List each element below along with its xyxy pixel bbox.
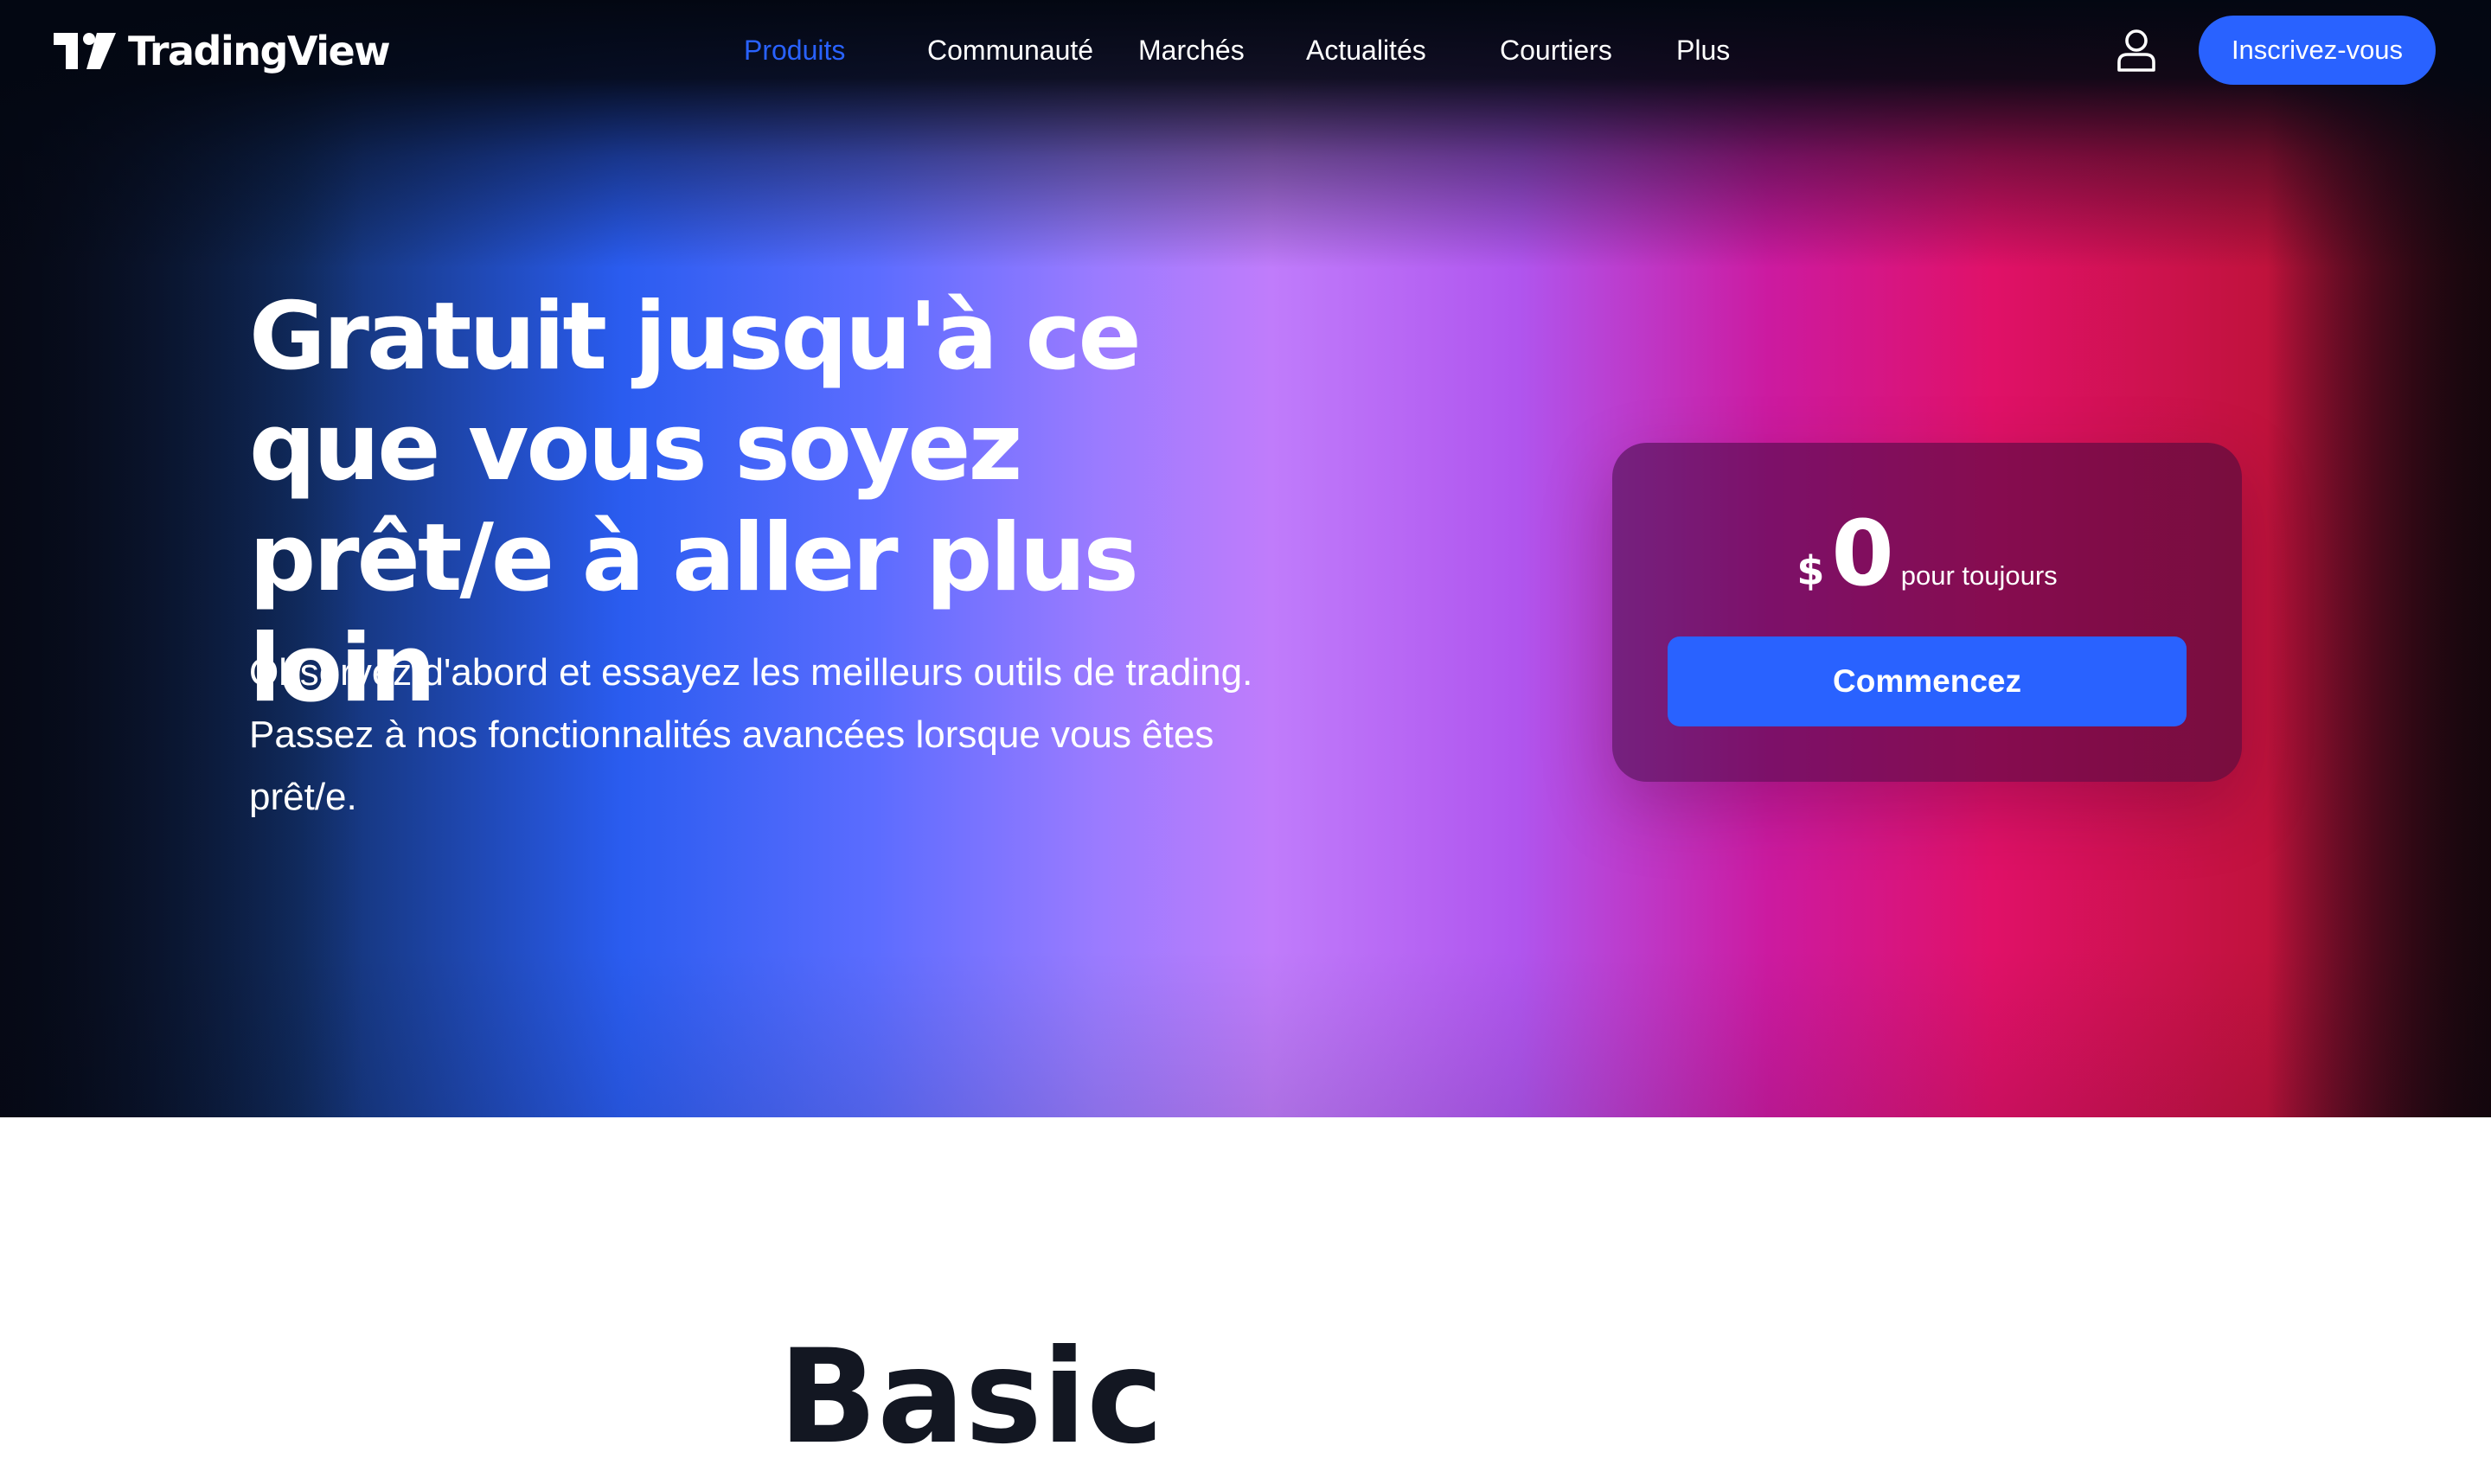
hero-subtitle-line-2: Passez à nos fonctionnalités avancées lo… — [249, 713, 1214, 818]
nav-item-plus[interactable]: Plus — [1676, 29, 1745, 71]
hero-subtitle-line-1: Observez d'abord et essayez les meilleur… — [249, 651, 1253, 694]
price-currency: $ — [1796, 547, 1825, 594]
tradingview-logo-icon — [54, 33, 116, 69]
site-header: TradingView Produits Communauté Marchés … — [0, 0, 2491, 100]
nav-item-marches[interactable]: Marchés — [1138, 29, 1290, 71]
nav-item-actualites[interactable]: Actualités — [1306, 29, 1479, 71]
price-period: pour toujours — [1900, 560, 2058, 591]
nav-item-produits[interactable]: Produits — [744, 29, 875, 71]
hero-subtitle: Observez d'abord et essayez les meilleur… — [249, 642, 1287, 828]
pricing-card: $ 0 pour toujours Commencez — [1612, 443, 2242, 782]
get-started-button[interactable]: Commencez — [1668, 636, 2187, 726]
plan-section-heading: Basic — [778, 1322, 1164, 1473]
user-icon[interactable] — [2116, 28, 2157, 73]
signup-button[interactable]: Inscrivez-vous — [2199, 16, 2436, 85]
brand-name: TradingView — [128, 28, 391, 74]
nav-item-courtiers[interactable]: Courtiers — [1500, 29, 1655, 71]
nav-item-communaute[interactable]: Communauté — [927, 29, 1112, 71]
main-nav: Produits Communauté Marchés Actualités C… — [744, 29, 1745, 71]
price-display: $ 0 pour toujours — [1612, 509, 2242, 598]
price-amount: 0 — [1831, 501, 1893, 606]
brand-logo-link[interactable]: TradingView — [54, 28, 391, 74]
hero-section: TradingView Produits Communauté Marchés … — [0, 0, 2491, 1117]
